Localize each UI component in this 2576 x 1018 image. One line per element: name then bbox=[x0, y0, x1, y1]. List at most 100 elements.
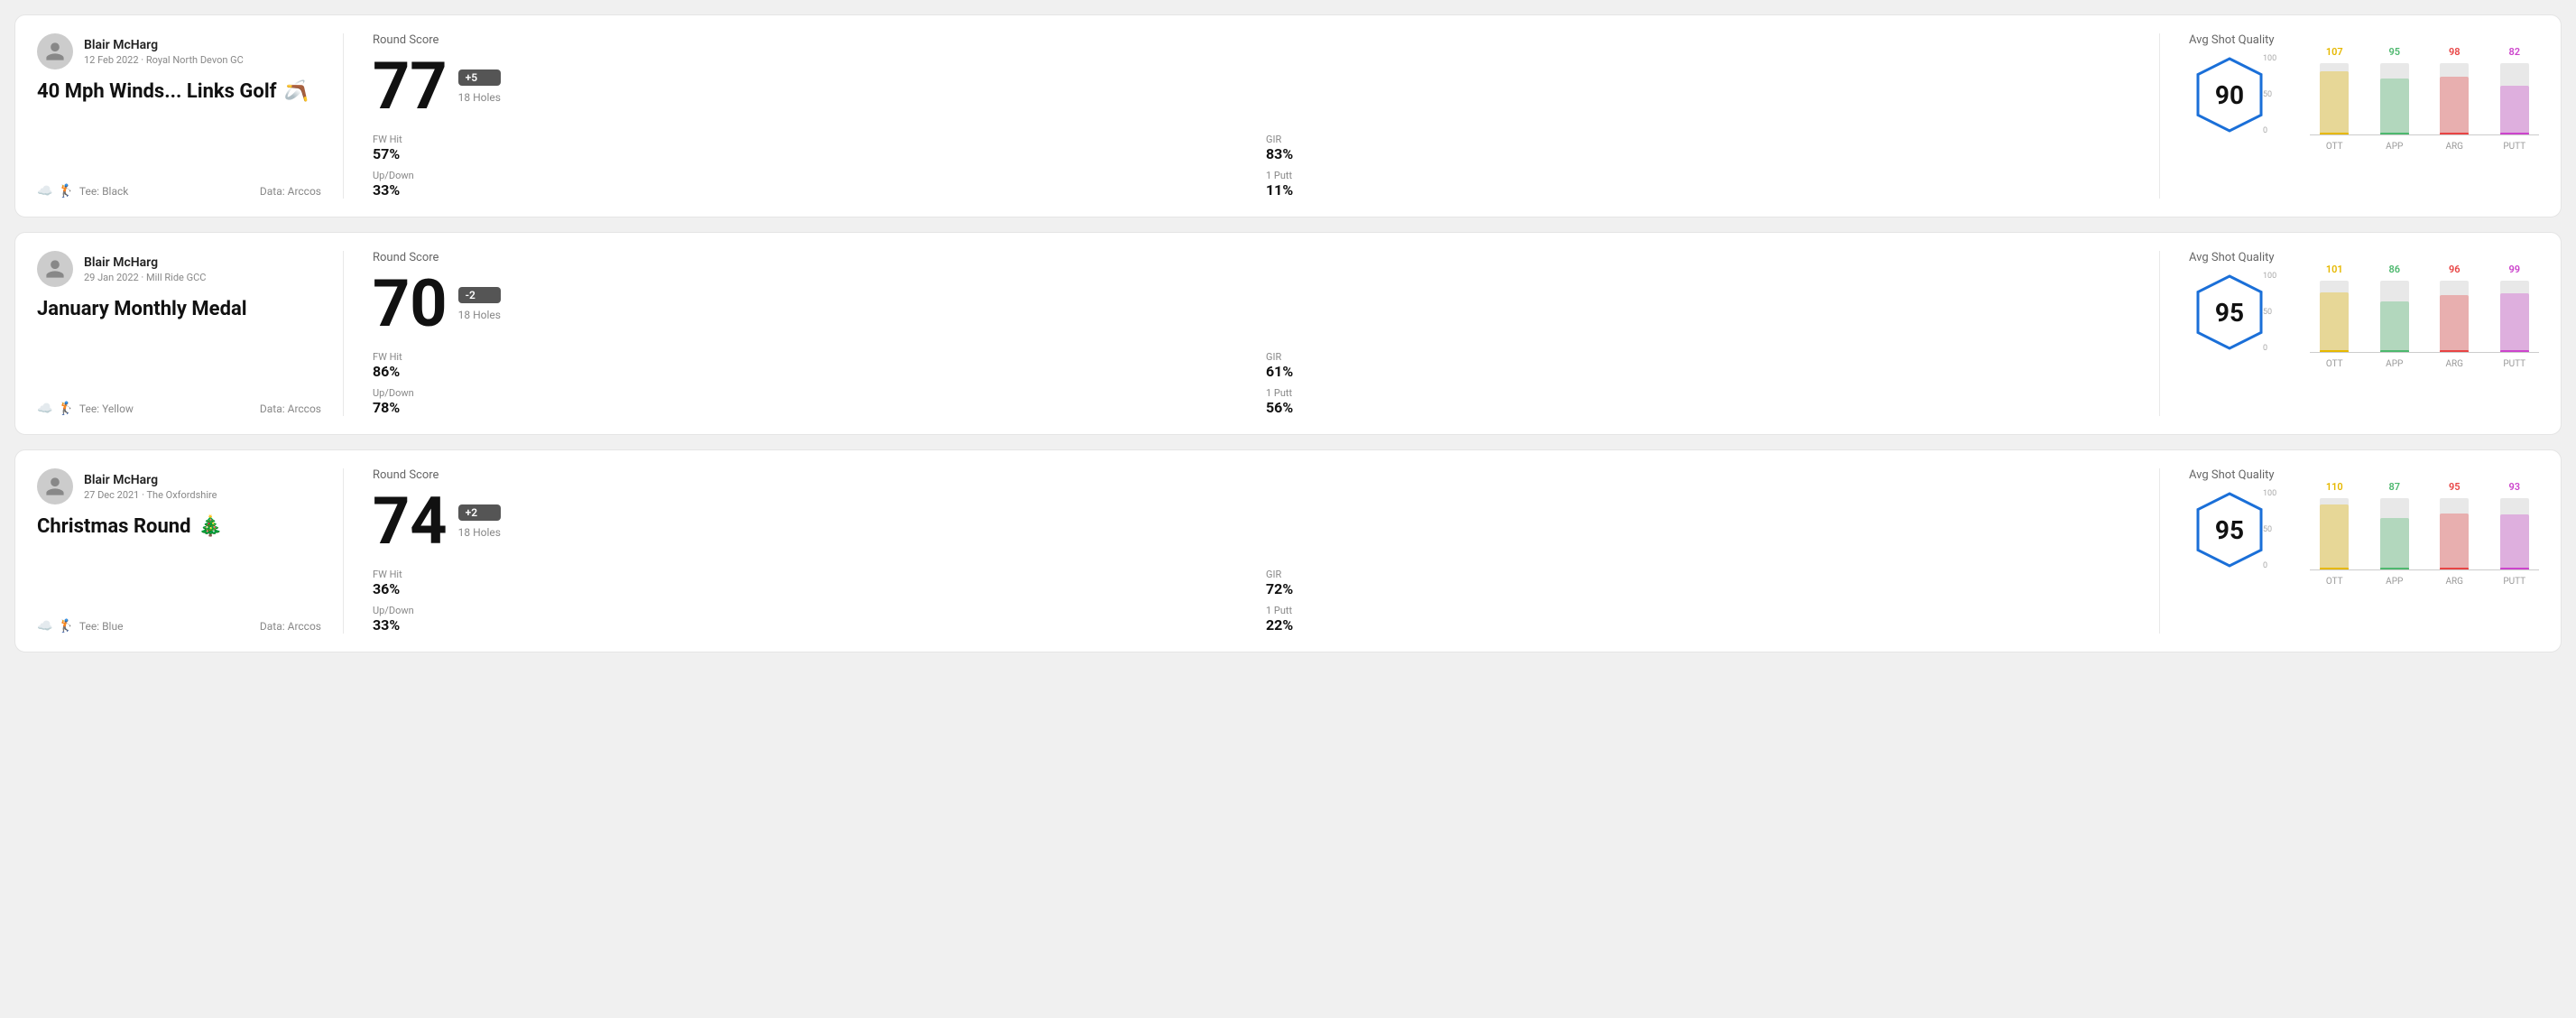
round-score-label: Round Score bbox=[373, 468, 2130, 482]
player-name: Blair McHarg bbox=[84, 473, 217, 487]
tee-info: ☁️ 🏌️ Tee: Yellow bbox=[37, 402, 134, 416]
score-area: 70 -2 18 Holes bbox=[373, 272, 2130, 337]
hexagon-container: 90 bbox=[2189, 54, 2270, 135]
avatar bbox=[37, 251, 73, 287]
oneputt-label: 1 Putt bbox=[1266, 605, 2130, 616]
bar-column-arg: 95 ARG bbox=[2430, 481, 2479, 570]
oneputt-stat: 1 Putt 22% bbox=[1266, 605, 2130, 634]
fw-hit-stat: FW Hit 36% bbox=[373, 569, 1237, 597]
fw-hit-stat: FW Hit 86% bbox=[373, 351, 1237, 380]
round-card-round1: Blair McHarg 12 Feb 2022 · Royal North D… bbox=[14, 14, 2562, 217]
gir-stat: GIR 72% bbox=[1266, 569, 2130, 597]
fw-hit-label: FW Hit bbox=[373, 351, 1237, 363]
bar-column-putt: 82 PUTT bbox=[2490, 46, 2540, 135]
gir-value: 61% bbox=[1266, 363, 2130, 380]
gir-label: GIR bbox=[1266, 351, 2130, 363]
avg-quality-label: Avg Shot Quality bbox=[2189, 468, 2539, 482]
bag-icon: 🏌️ bbox=[58, 184, 73, 199]
score-number: 74 bbox=[373, 489, 448, 554]
fw-hit-value: 57% bbox=[373, 145, 1237, 162]
score-number: 70 bbox=[373, 272, 448, 337]
round-card-round2: Blair McHarg 29 Jan 2022 · Mill Ride GCC… bbox=[14, 232, 2562, 435]
weather-icon: ☁️ bbox=[37, 402, 52, 416]
weather-icon: ☁️ bbox=[37, 184, 52, 199]
round-card-round3: Blair McHarg 27 Dec 2021 · The Oxfordshi… bbox=[14, 449, 2562, 652]
round-footer: ☁️ 🏌️ Tee: Blue Data: Arccos bbox=[37, 619, 321, 634]
bar-column-arg: 96 ARG bbox=[2430, 264, 2479, 353]
bar-column-app: 87 APP bbox=[2370, 481, 2420, 570]
player-meta: 12 Feb 2022 · Royal North Devon GC bbox=[84, 54, 244, 66]
right-section: Avg Shot Quality 95 100 50 0 110 bbox=[2160, 468, 2539, 634]
holes-text: 18 Holes bbox=[458, 526, 501, 539]
middle-section: Round Score 77 +5 18 Holes FW Hit 57% GI… bbox=[344, 33, 2160, 199]
weather-icon: ☁️ bbox=[37, 619, 52, 634]
tee-label: Tee: Yellow bbox=[79, 403, 134, 415]
round-score-label: Round Score bbox=[373, 251, 2130, 264]
score-badge-area: +5 18 Holes bbox=[458, 69, 501, 104]
data-source: Data: Arccos bbox=[260, 185, 321, 198]
fw-hit-label: FW Hit bbox=[373, 569, 1237, 580]
left-section: Blair McHarg 29 Jan 2022 · Mill Ride GCC… bbox=[37, 251, 344, 416]
bar-column-app: 95 APP bbox=[2370, 46, 2420, 135]
updown-stat: Up/Down 33% bbox=[373, 605, 1237, 634]
bar-column-ott: 110 OTT bbox=[2310, 481, 2359, 570]
avg-quality-label: Avg Shot Quality bbox=[2189, 251, 2539, 264]
player-name: Blair McHarg bbox=[84, 255, 206, 270]
player-meta: 27 Dec 2021 · The Oxfordshire bbox=[84, 489, 217, 501]
oneputt-stat: 1 Putt 11% bbox=[1266, 170, 2130, 199]
oneputt-value: 56% bbox=[1266, 399, 2130, 416]
holes-text: 18 Holes bbox=[458, 91, 501, 104]
quality-container: 95 100 50 0 101 OTT bbox=[2189, 272, 2539, 371]
quality-container: 90 100 50 0 107 OTT bbox=[2189, 54, 2539, 153]
hexagon: 95 bbox=[2189, 489, 2270, 570]
tee-label: Tee: Black bbox=[79, 185, 128, 198]
gir-value: 83% bbox=[1266, 145, 2130, 162]
quality-container: 95 100 50 0 110 OTT bbox=[2189, 489, 2539, 588]
score-diff-badge: +2 bbox=[458, 504, 501, 521]
oneputt-label: 1 Putt bbox=[1266, 387, 2130, 399]
gir-stat: GIR 83% bbox=[1266, 134, 2130, 162]
hexagon-container: 95 bbox=[2189, 272, 2270, 353]
updown-value: 78% bbox=[373, 399, 1237, 416]
avg-quality-label: Avg Shot Quality bbox=[2189, 33, 2539, 47]
fw-hit-label: FW Hit bbox=[373, 134, 1237, 145]
round-title: Christmas Round 🎄 bbox=[37, 515, 321, 538]
hexagon-container: 95 bbox=[2189, 489, 2270, 570]
left-section: Blair McHarg 12 Feb 2022 · Royal North D… bbox=[37, 33, 344, 199]
score-area: 74 +2 18 Holes bbox=[373, 489, 2130, 554]
gir-label: GIR bbox=[1266, 569, 2130, 580]
oneputt-label: 1 Putt bbox=[1266, 170, 2130, 181]
bar-column-app: 86 APP bbox=[2370, 264, 2420, 353]
oneputt-stat: 1 Putt 56% bbox=[1266, 387, 2130, 416]
hexagon-score: 90 bbox=[2215, 80, 2244, 110]
gir-value: 72% bbox=[1266, 580, 2130, 597]
holes-text: 18 Holes bbox=[458, 309, 501, 321]
avatar bbox=[37, 468, 73, 504]
middle-section: Round Score 70 -2 18 Holes FW Hit 86% GI… bbox=[344, 251, 2160, 416]
gir-label: GIR bbox=[1266, 134, 2130, 145]
middle-section: Round Score 74 +2 18 Holes FW Hit 36% GI… bbox=[344, 468, 2160, 634]
player-info: Blair McHarg 12 Feb 2022 · Royal North D… bbox=[37, 33, 321, 69]
stats-grid: FW Hit 86% GIR 61% Up/Down 78% 1 Putt 56… bbox=[373, 351, 2130, 416]
round-title: January Monthly Medal bbox=[37, 298, 321, 320]
gir-stat: GIR 61% bbox=[1266, 351, 2130, 380]
score-badge-area: +2 18 Holes bbox=[458, 504, 501, 539]
bar-column-ott: 101 OTT bbox=[2310, 264, 2359, 353]
score-badge-area: -2 18 Holes bbox=[458, 287, 501, 321]
oneputt-value: 22% bbox=[1266, 616, 2130, 634]
data-source: Data: Arccos bbox=[260, 403, 321, 415]
avatar bbox=[37, 33, 73, 69]
oneputt-value: 11% bbox=[1266, 181, 2130, 199]
hexagon-score: 95 bbox=[2215, 515, 2244, 545]
updown-value: 33% bbox=[373, 181, 1237, 199]
updown-label: Up/Down bbox=[373, 170, 1237, 181]
bag-icon: 🏌️ bbox=[58, 402, 73, 416]
tee-info: ☁️ 🏌️ Tee: Blue bbox=[37, 619, 123, 634]
updown-value: 33% bbox=[373, 616, 1237, 634]
hexagon: 90 bbox=[2189, 54, 2270, 135]
fw-hit-value: 86% bbox=[373, 363, 1237, 380]
player-info: Blair McHarg 27 Dec 2021 · The Oxfordshi… bbox=[37, 468, 321, 504]
bar-column-arg: 98 ARG bbox=[2430, 46, 2479, 135]
round-score-label: Round Score bbox=[373, 33, 2130, 47]
fw-hit-stat: FW Hit 57% bbox=[373, 134, 1237, 162]
